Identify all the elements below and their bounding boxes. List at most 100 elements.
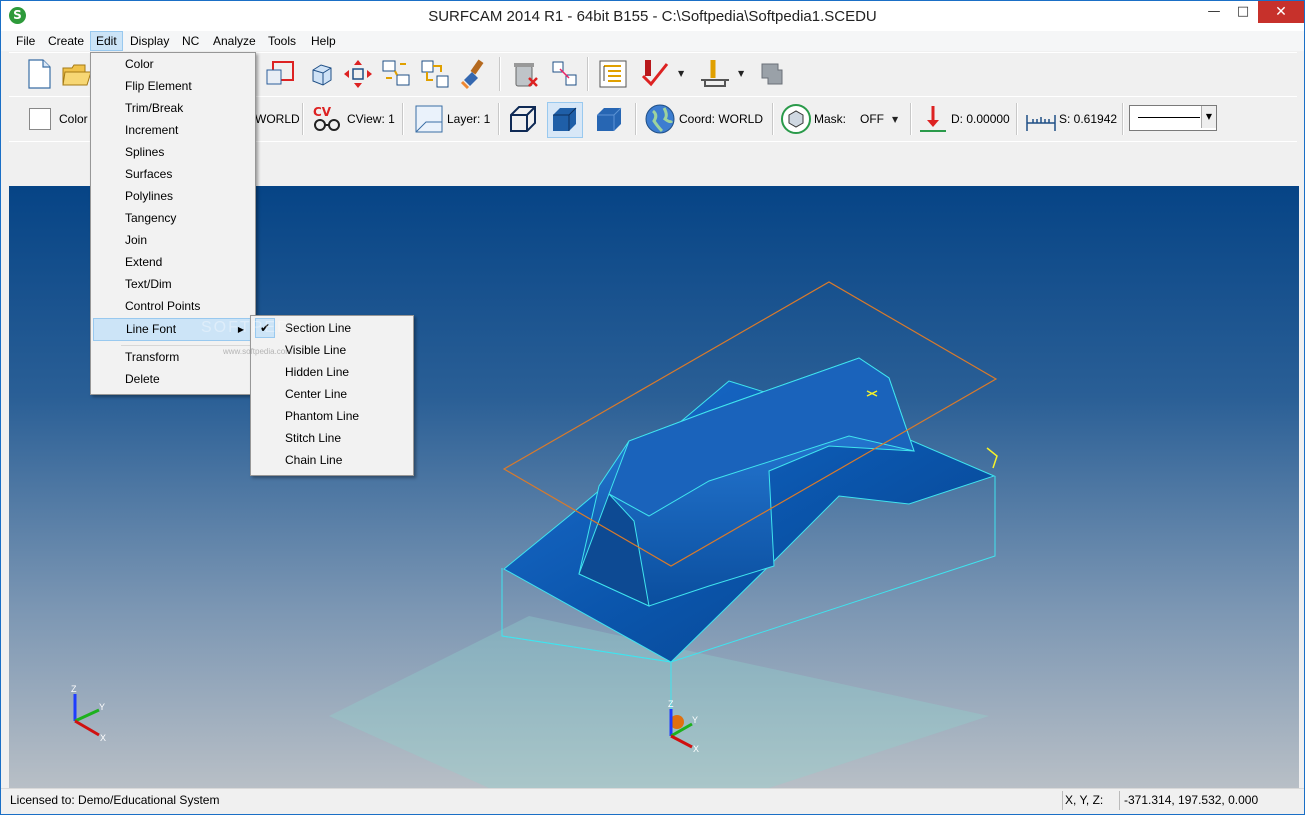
title-bar[interactable]: S SURFCAM 2014 R1 - 64bit B155 - C:\Soft… — [1, 1, 1304, 31]
minimize-button[interactable]: — — [1199, 1, 1229, 23]
edit-menu-item[interactable]: Text/Dim — [93, 274, 253, 295]
depth-arrow-icon[interactable] — [917, 103, 949, 135]
menu-edit[interactable]: Edit — [90, 31, 123, 51]
menu-item-label: Surfaces — [125, 167, 173, 181]
edit-menu-item[interactable]: Surfaces — [93, 164, 253, 185]
stock-model-icon[interactable] — [756, 58, 788, 90]
edit-menu-item[interactable]: Join — [93, 230, 253, 251]
edit-menu-item[interactable]: Polylines — [93, 186, 253, 207]
layer-label[interactable]: Layer: 1 — [447, 112, 490, 126]
line-font-item[interactable]: Phantom Line — [253, 405, 411, 427]
menu-help[interactable]: Help — [306, 32, 341, 50]
line-font-item[interactable]: Hidden Line — [253, 361, 411, 383]
menu-analyze[interactable]: Analyze — [208, 32, 261, 50]
color-swatch[interactable] — [29, 108, 51, 130]
menu-create[interactable]: Create — [43, 32, 89, 50]
softpedia-watermark-url: www.softpedia.com — [223, 347, 292, 356]
tool-verify-dropdown-icon[interactable]: ▼ — [678, 69, 684, 78]
color-label[interactable]: Color — [59, 112, 88, 126]
pan-arrows-icon[interactable] — [342, 58, 374, 90]
step-ruler-icon[interactable] — [1025, 103, 1057, 135]
menu-bar: File Create Edit Display NC Analyze Tool… — [1, 31, 1304, 51]
edit-menu-item[interactable]: Flip Element — [93, 76, 253, 97]
line-style-dropdown-icon[interactable]: ▼ — [1201, 106, 1216, 128]
edit-menu-item[interactable]: Splines — [93, 142, 253, 163]
transform-elements-icon[interactable] — [549, 58, 581, 90]
coord-label[interactable]: Coord: WORLD — [679, 112, 763, 126]
toolbar-separator — [498, 103, 500, 135]
line-font-item[interactable]: Chain Line — [253, 449, 411, 471]
shaded-view-icon[interactable] — [593, 103, 625, 135]
edit-menu-item[interactable]: Trim/Break — [93, 98, 253, 119]
mask-dropdown-icon[interactable]: ▼ — [892, 115, 898, 124]
menu-tools[interactable]: Tools — [263, 32, 301, 50]
mask-value[interactable]: OFF — [860, 112, 884, 126]
mask-label: Mask: — [814, 112, 847, 126]
shaded-edges-view-icon[interactable] — [547, 102, 583, 138]
edit-menu-item[interactable]: Tangency — [93, 208, 253, 229]
menu-item-label: Increment — [125, 123, 179, 137]
edit-menu-item[interactable]: Increment — [93, 120, 253, 141]
status-bar: Licensed to: Demo/Educational System X, … — [1, 788, 1304, 814]
softpedia-watermark: SOFTPEDIA — [201, 319, 310, 336]
license-text: Licensed to: Demo/Educational System — [10, 793, 220, 807]
menu-item-label: Polylines — [125, 189, 174, 203]
wireframe-view-icon[interactable] — [507, 103, 539, 135]
cview-icon-text: CV — [313, 105, 332, 119]
toolbar-separator — [1122, 103, 1124, 135]
delete-trash-icon[interactable] — [509, 58, 541, 90]
menu-item-label: Phantom Line — [285, 409, 360, 423]
edit-menu-item[interactable]: Control Points — [93, 296, 253, 317]
toolpath-icon[interactable] — [699, 58, 731, 90]
edit-menu-item[interactable]: Delete — [93, 369, 253, 390]
cview-glasses-icon[interactable]: CV — [311, 103, 343, 135]
line-font-item[interactable]: Stitch Line — [253, 427, 411, 449]
open-folder-icon[interactable] — [61, 58, 93, 90]
toolpath-dropdown-icon[interactable]: ▼ — [738, 69, 744, 78]
step-label[interactable]: S: 0.61942 — [1059, 112, 1117, 126]
globe-coord-icon[interactable] — [644, 103, 676, 135]
menu-item-label: Text/Dim — [125, 277, 172, 291]
world-axis-triad: Z Y X — [71, 684, 106, 743]
zoom-window-icon[interactable] — [265, 58, 297, 90]
menu-separator — [121, 345, 251, 346]
menu-item-label: Join — [125, 233, 148, 247]
edit-menu-item[interactable]: Extend — [93, 252, 253, 273]
origin-y-label: Y — [692, 715, 698, 725]
edit-menu-item[interactable]: Color — [93, 54, 253, 75]
app-window: S SURFCAM 2014 R1 - 64bit B155 - C:\Soft… — [0, 0, 1305, 815]
line-style-select[interactable]: ▼ — [1129, 105, 1217, 131]
world-label[interactable]: WORLD — [255, 112, 300, 126]
maximize-button[interactable]: □ — [1229, 1, 1257, 23]
menu-item-label: Hidden Line — [285, 365, 350, 379]
paint-brush-icon[interactable] — [458, 58, 490, 90]
operations-manager-icon[interactable] — [597, 58, 629, 90]
axis-y-label: Y — [99, 702, 105, 712]
toolbar-separator — [635, 103, 637, 135]
toolbar-separator — [402, 103, 404, 135]
toolbar-separator — [772, 103, 774, 135]
fit-view-icon[interactable] — [380, 58, 412, 90]
menu-item-label: Visible Line — [285, 343, 347, 357]
cview-label[interactable]: CView: 1 — [347, 112, 395, 126]
menu-nc[interactable]: NC — [177, 32, 204, 50]
toolbar-separator — [910, 103, 912, 135]
menu-item-label: Splines — [125, 145, 165, 159]
menu-item-label: Tangency — [125, 211, 177, 225]
toolbar-separator — [302, 103, 304, 135]
new-file-icon[interactable] — [23, 58, 55, 90]
view-box-icon[interactable] — [305, 58, 337, 90]
menu-item-label: Chain Line — [285, 453, 343, 467]
line-font-submenu: ✔ Section Line Visible Line Hidden Line C… — [250, 315, 414, 476]
menu-display[interactable]: Display — [125, 32, 174, 50]
zoom-all-icon[interactable] — [419, 58, 451, 90]
menu-item-label: Line Font — [126, 322, 177, 336]
close-button[interactable]: ✕ — [1258, 1, 1304, 23]
line-font-item[interactable]: Center Line — [253, 383, 411, 405]
tool-verify-icon[interactable] — [639, 58, 671, 90]
menu-file[interactable]: File — [11, 32, 40, 50]
mask-icon[interactable] — [780, 103, 812, 135]
depth-label[interactable]: D: 0.00000 — [951, 112, 1010, 126]
layer-icon[interactable] — [413, 103, 445, 135]
menu-item-label: Trim/Break — [125, 101, 184, 115]
